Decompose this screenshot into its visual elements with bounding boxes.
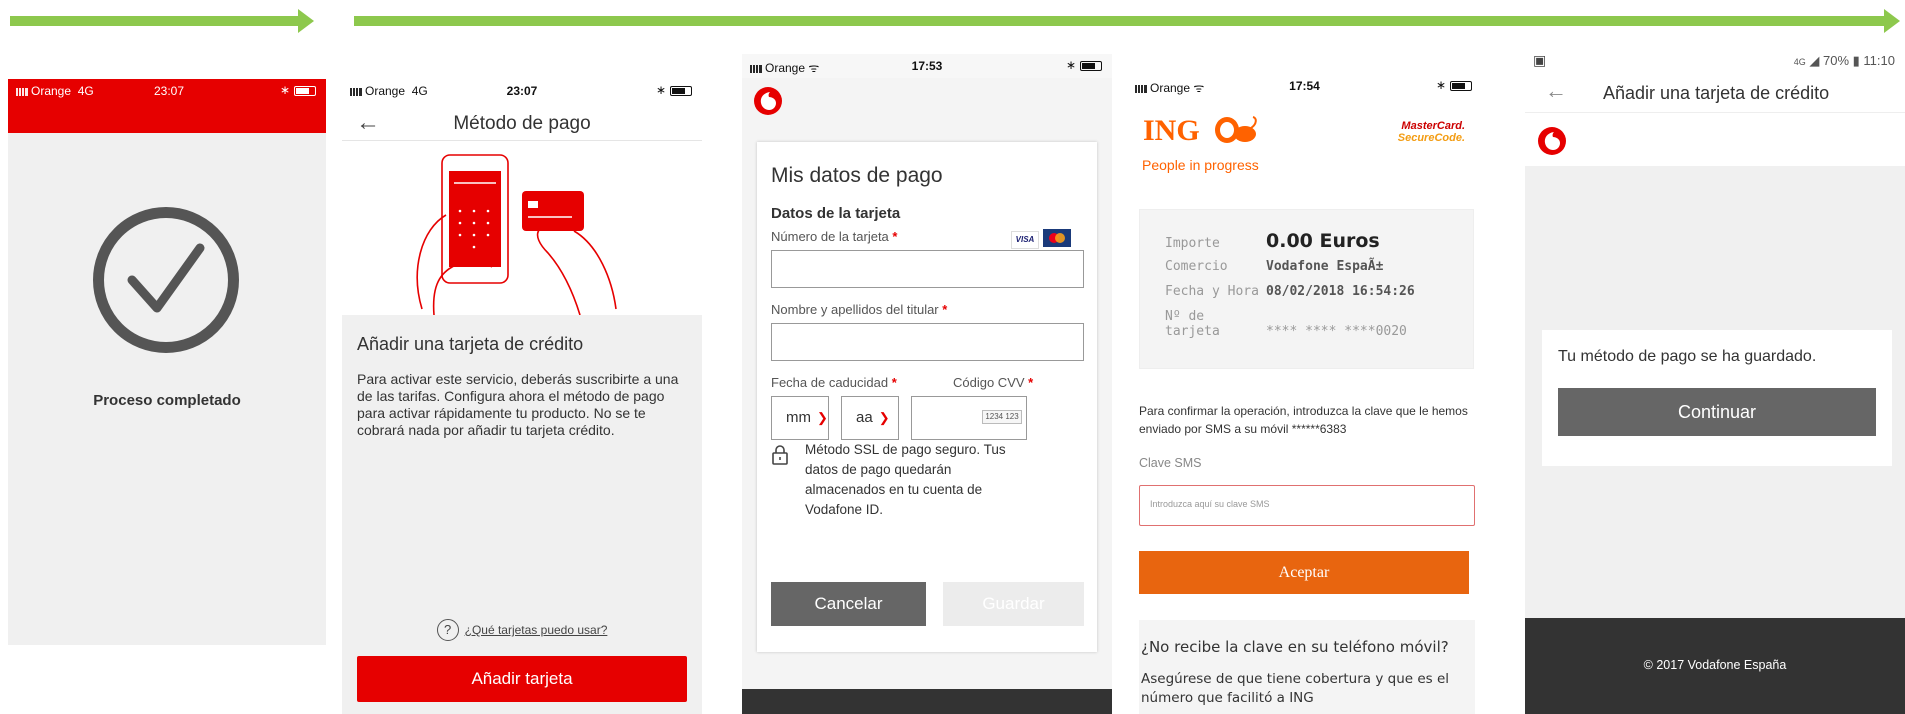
battery-icon <box>1450 80 1472 91</box>
bluetooth-icon: ∗ <box>1435 78 1446 92</box>
arrow-head-icon <box>1884 9 1900 33</box>
phone-and-card-illustration <box>402 149 622 322</box>
vodafone-logo-icon <box>1538 127 1566 155</box>
form-title: Mis datos de pago <box>771 164 943 187</box>
screen-payment-saved: ▣ 4G ◢ 70% ▮ 11:10 ← Añadir una tarjeta … <box>1525 48 1905 714</box>
sms-instructions: Para confirmar la operación, introduzca … <box>1139 404 1468 436</box>
arrow-head-icon <box>298 9 314 33</box>
form-subtitle: Datos de la tarjeta <box>771 205 901 222</box>
year-select[interactable]: aa ❯ <box>841 396 899 440</box>
page-title: Método de pago <box>453 113 591 134</box>
network-label: 4G <box>1793 57 1806 67</box>
saved-message: Tu método de pago se ha guardado. <box>1558 348 1817 365</box>
signal-icon: ◢ <box>1809 53 1820 68</box>
footer: © 2017 Vodafone España <box>1525 618 1905 714</box>
add-card-button[interactable]: Añadir tarjeta <box>357 656 687 702</box>
header: ← Método de pago <box>342 103 702 141</box>
status-time: 23:07 <box>506 84 538 98</box>
bluetooth-icon: ∗ <box>279 83 290 97</box>
bluetooth-icon: ∗ <box>1065 58 1076 72</box>
status-time: 23:07 <box>154 84 185 98</box>
ssl-notice: Método SSL de pago seguro. Tus datos de … <box>805 442 1006 517</box>
accept-button[interactable]: Aceptar <box>1139 551 1469 594</box>
status-bar: ▣ 4G ◢ 70% ▮ 11:10 <box>1525 48 1905 74</box>
holder-name-input[interactable] <box>771 323 1084 361</box>
image-notification-icon: ▣ <box>1533 52 1547 68</box>
status-time: 11:10 <box>1863 53 1895 68</box>
status-time: 17:53 <box>911 59 943 73</box>
help-row: ? ¿Qué tarjetas puedo usar? <box>342 619 702 641</box>
battery-icon <box>294 85 316 96</box>
status-bar: Orange ᯤ 17:53 ∗ <box>742 54 1112 78</box>
payment-form-card: Mis datos de pago Datos de la tarjeta Nú… <box>757 142 1097 652</box>
battery-icon <box>1080 60 1102 71</box>
section-heading: Añadir una tarjeta de crédito <box>357 334 584 354</box>
network-label: 4G <box>77 84 94 98</box>
page-title: Añadir una tarjeta de crédito <box>1603 83 1830 103</box>
holder-label: Nombre y apellidos del titular * <box>771 302 948 317</box>
bluetooth-icon: ∗ <box>655 83 666 97</box>
lion-logo-icon <box>1213 114 1257 151</box>
save-button[interactable]: Guardar <box>943 582 1084 626</box>
month-select[interactable]: mm ❯ <box>771 396 829 440</box>
process-complete-label: Proceso completado <box>93 392 241 409</box>
which-cards-link[interactable]: ¿Qué tarjetas puedo usar? <box>465 623 608 637</box>
flow-arrow-short <box>10 9 314 33</box>
faq-box: ¿No recibe la clave en su teléfono móvil… <box>1139 620 1475 714</box>
card-brand-icons: VISA <box>1011 229 1072 249</box>
signal-icon <box>16 87 28 96</box>
card-number-row: Nº de tarjeta **** **** ****0020 <box>1165 309 1407 339</box>
card-number-input[interactable] <box>771 250 1084 288</box>
mastercard-icon <box>1043 229 1072 247</box>
flow-arrow-long <box>354 9 1900 33</box>
battery-icon: ▮ <box>1852 53 1860 68</box>
vodafone-logo-icon <box>753 86 783 121</box>
confirmation-card: Tu método de pago se ha guardado. Contin… <box>1542 330 1892 466</box>
battery-icon <box>670 85 692 96</box>
carrier-label: Orange <box>31 84 72 98</box>
cancel-button[interactable]: Cancelar <box>771 582 926 626</box>
chevron-down-icon: ❯ <box>878 410 890 425</box>
amount-row: Importe 0.00 Euros <box>1165 230 1380 252</box>
question-circle-icon[interactable]: ? <box>436 619 459 641</box>
status-bar: Orange ᯤ 17:54 ∗ <box>1127 74 1482 98</box>
footer-bar <box>742 689 1112 714</box>
sms-code-label: Clave SMS <box>1139 456 1202 470</box>
transaction-summary: Importe 0.00 Euros Comercio Vodafone EspaÃ… <box>1139 209 1474 369</box>
expiry-label: Fecha de caducidad * <box>771 375 897 390</box>
section-description: Para activar este servicio, deberás susc… <box>357 371 679 438</box>
faq-question: ¿No recibe la clave en su teléfono móvil… <box>1141 638 1449 656</box>
brand-bar <box>1525 112 1905 166</box>
screen-payment-details: Orange ᯤ 17:53 ∗ Mis datos de pago Datos… <box>742 54 1112 714</box>
cvv-hint-icon: 1234 123 <box>982 410 1022 424</box>
merchant-row: Comercio Vodafone EspaÃ± <box>1165 259 1384 274</box>
battery-level: 70% <box>1822 53 1850 68</box>
status-bar: Orange 4G 23:07 ∗ <box>8 79 326 133</box>
visa-icon: VISA <box>1011 231 1039 249</box>
header: ← Añadir una tarjeta de crédito <box>1525 74 1905 112</box>
continue-button[interactable]: Continuar <box>1558 388 1876 436</box>
sms-code-input[interactable]: Introduzca aquí su clave SMS <box>1139 485 1475 526</box>
status-time: 17:54 <box>1289 79 1320 93</box>
ing-tagline: People in progress <box>1142 157 1259 173</box>
lock-icon <box>771 444 789 471</box>
datetime-row: Fecha y Hora 08/02/2018 16:54:26 <box>1165 284 1415 299</box>
copyright-text: © 2017 Vodafone España <box>1643 658 1787 672</box>
ing-logo-text: ING <box>1143 114 1200 147</box>
chevron-down-icon: ❯ <box>817 410 828 425</box>
screen-process-complete: Orange 4G 23:07 ∗ Proceso completado <box>8 79 326 645</box>
arrow-left-icon[interactable]: ← <box>1545 78 1567 104</box>
check-circle-icon <box>93 207 239 353</box>
securecode-logo: MasterCard. SecureCode. <box>1397 120 1465 144</box>
faq-answer: Asegúrese de que tiene cobertura y que e… <box>1141 671 1450 706</box>
card-number-label: Número de la tarjeta * <box>771 229 898 244</box>
cvv-label: Código CVV * <box>953 375 1034 390</box>
screen-payment-method: Orange 4G 23:07 ∗ ← Método de pago Añadi… <box>342 79 702 714</box>
status-bar: Orange 4G 23:07 ∗ <box>342 79 702 103</box>
screen-bank-securecode: Orange ᯤ 17:54 ∗ ING People in progress … <box>1127 74 1482 714</box>
